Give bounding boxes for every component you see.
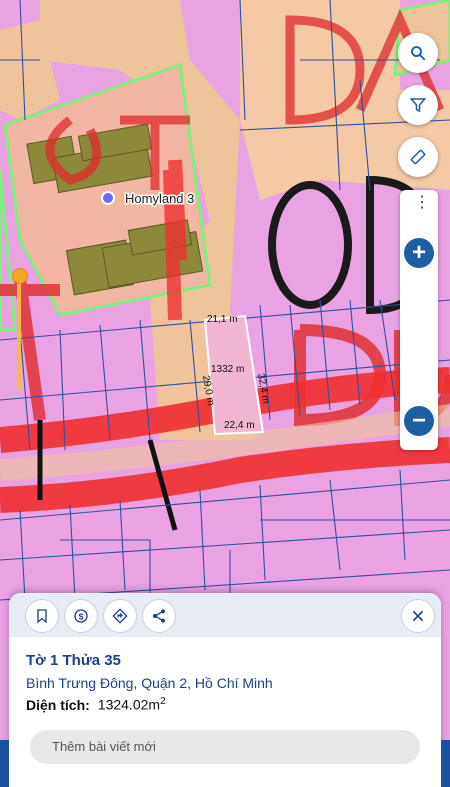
close-button[interactable] xyxy=(401,599,435,633)
zoom-out-button[interactable]: − xyxy=(404,406,434,436)
search-icon xyxy=(411,46,426,61)
area-value: 1324.02m xyxy=(97,696,161,713)
close-icon xyxy=(412,610,424,622)
area-unit: 2 xyxy=(160,696,166,707)
sheet-action-bar: $ xyxy=(9,593,441,637)
price-button[interactable]: $ xyxy=(64,599,98,633)
measure-button[interactable] xyxy=(398,137,438,177)
measure-top: 21,1 m xyxy=(207,314,238,325)
parcel-title: Tờ 1 Thửa 35 xyxy=(26,652,121,669)
measure-area: 1332 m xyxy=(211,364,244,375)
search-button[interactable] xyxy=(398,33,438,73)
directions-icon xyxy=(112,608,128,624)
measure-bottom: 22,4 m xyxy=(224,420,255,431)
share-icon xyxy=(153,609,165,623)
bookmark-icon xyxy=(37,609,47,624)
dollar-icon: $ xyxy=(74,609,88,623)
more-vertical-icon[interactable]: ⋮ xyxy=(414,195,430,220)
bottom-left-edge xyxy=(0,740,9,787)
poi-label[interactable]: Homyland 3 xyxy=(124,190,196,208)
parcel-area: Diện tích: 1324.02m2 xyxy=(26,696,166,713)
area-label: Diện tích: xyxy=(26,696,90,713)
share-button[interactable] xyxy=(142,599,176,633)
svg-text:$: $ xyxy=(79,611,84,621)
directions-button[interactable] xyxy=(103,599,137,633)
filter-icon xyxy=(409,98,427,113)
poi-marker-icon xyxy=(101,191,115,205)
zoom-slider-handle[interactable] xyxy=(12,268,28,284)
bottom-right-edge xyxy=(441,740,450,787)
parcel-info-sheet: $ Tờ 1 Thửa 35 Bình Trưng Đông, Quận 2, … xyxy=(9,593,441,787)
new-post-input[interactable]: Thêm bài viết mới xyxy=(30,730,420,764)
zoom-in-button[interactable]: + xyxy=(404,238,434,268)
zoom-slider-track[interactable] xyxy=(17,278,21,390)
ruler-icon xyxy=(410,149,426,165)
parcel-address: Bình Trưng Đông, Quận 2, Hồ Chí Minh xyxy=(26,675,273,691)
filter-button[interactable] xyxy=(398,85,438,125)
bookmark-button[interactable] xyxy=(25,599,59,633)
zoom-panel: ⋮ + − xyxy=(400,190,438,450)
new-post-placeholder: Thêm bài viết mới xyxy=(52,739,156,754)
